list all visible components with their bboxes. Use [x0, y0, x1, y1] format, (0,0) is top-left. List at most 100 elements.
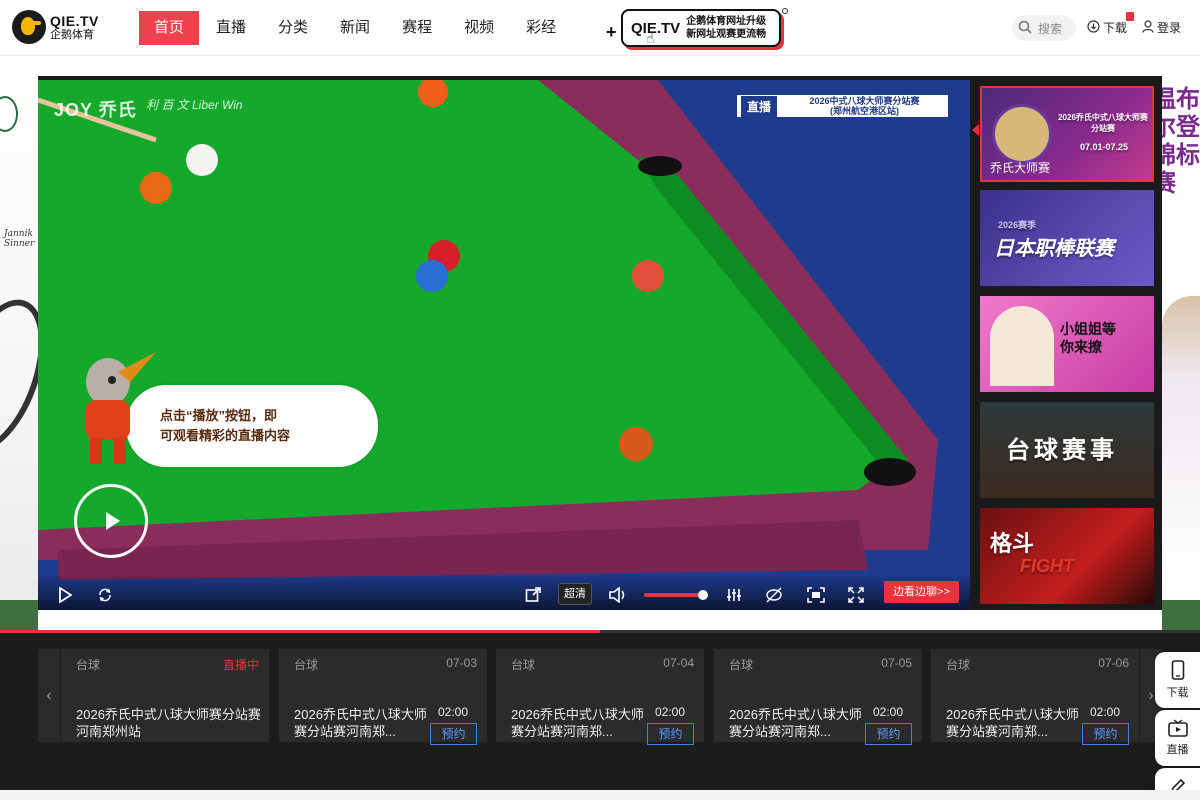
event-line1: 2026中式八球大师赛分站赛 — [809, 96, 920, 106]
tennis-player-image — [1162, 296, 1200, 576]
volume-icon[interactable] — [606, 584, 630, 606]
nav-item-home[interactable]: 首页 — [139, 11, 200, 45]
theater-mode-icon[interactable] — [804, 584, 828, 606]
live-shortcut-button[interactable]: 直播 — [1155, 710, 1200, 766]
phone-icon — [1171, 660, 1185, 684]
card-time: 02:00 — [654, 705, 685, 719]
active-thumb-pointer — [972, 124, 979, 136]
fullscreen-icon[interactable] — [844, 584, 868, 606]
search-input[interactable]: 搜索 — [1012, 15, 1076, 41]
reserve-button[interactable]: 预约 — [430, 723, 477, 745]
login-label: 登录 — [1157, 21, 1182, 35]
tool-live-label: 直播 — [1166, 744, 1189, 756]
watch-and-chat-button[interactable]: 边看边聊>> — [884, 581, 959, 603]
card-title: 2026乔氏中式八球大师赛分站赛河南郑... — [729, 707, 862, 739]
tv-icon — [1167, 719, 1188, 741]
promo-box: QIE.TV 企鹅体育网址升级 新网址观赛更流畅 — [621, 9, 781, 47]
top-header: QIE.TV 企鹅体育 首页 直播 分类 新闻 赛程 视频 彩经 + QIE.T… — [0, 0, 1200, 56]
schedule-strip: ‹ 台球 直播中 2026乔氏中式八球大师赛分站赛河南郑州站 台球 07-03 … — [0, 630, 1200, 790]
download-link[interactable]: 下载 — [1087, 19, 1127, 36]
login-link[interactable]: 登录 — [1142, 19, 1181, 36]
grass-strip — [1162, 600, 1200, 630]
popout-icon[interactable] — [522, 584, 544, 606]
volume-knob[interactable] — [698, 590, 708, 600]
thumb-fight[interactable]: 格斗 FIGHT — [980, 508, 1154, 604]
thumb-joy-dates: 07.01-07.25 — [1080, 142, 1129, 152]
strip-progress-fill — [0, 630, 600, 633]
domain-upgrade-banner[interactable]: + QIE.TV 企鹅体育网址升级 新网址观赛更流畅 ☝ — [606, 8, 788, 50]
download-icon — [1087, 19, 1100, 36]
promo-text: 企鹅体育网址升级 新网址观赛更流畅 — [686, 15, 766, 41]
thumb-host-headline: 小姐姐等你来撩 — [1060, 321, 1116, 355]
site-logo[interactable]: QIE.TV 企鹅体育 — [12, 10, 99, 44]
thumb-billiards-headline: 台球赛事 — [1006, 437, 1118, 464]
thumb-fight-headline: 格斗 — [990, 531, 1035, 556]
champion-collage-image — [992, 104, 1052, 164]
nav-item-live[interactable]: 直播 — [201, 11, 261, 45]
schedule-card[interactable]: 台球 直播中 2026乔氏中式八球大师赛分站赛河南郑州站 — [61, 649, 269, 742]
player-controls: 超清 边看边聊>> — [38, 576, 970, 610]
promo-line2: 新网址观赛更流畅 — [686, 29, 767, 40]
promo-line1: 企鹅体育网址升级 — [686, 16, 767, 27]
schedule-card[interactable]: 台球 07-06 2026乔氏中式八球大师赛分站赛河南郑... 02:00 预约 — [931, 649, 1139, 745]
nav-item-lottery[interactable]: 彩经 — [511, 11, 571, 45]
channel-thumbnail-list: 2026乔氏中式八球大师赛分站赛 07.01-07.25 乔氏大师赛 2026赛… — [980, 86, 1154, 606]
big-play-button[interactable] — [74, 484, 148, 558]
thumb-npb[interactable]: 2026赛季 日本职棒联赛 — [980, 190, 1154, 286]
quality-selector[interactable]: 超清 — [558, 583, 592, 605]
thumb-npb-headline: 日本职棒联赛 — [994, 238, 1114, 260]
penguin-logo-icon — [12, 10, 46, 44]
hint-line1: 点击“播放”按钮，即 — [160, 408, 278, 423]
thumb-joy-masters[interactable]: 2026乔氏中式八球大师赛分站赛 07.01-07.25 乔氏大师赛 — [980, 86, 1154, 182]
penguin-mascot-icon — [86, 352, 156, 464]
hand-cursor-icon: ☝ — [646, 30, 655, 46]
live-event-tag: 直播 2026中式八球大师赛分站赛 (郑州航空港区站) — [735, 93, 950, 119]
nav-item-schedule[interactable]: 赛程 — [387, 11, 447, 45]
reserve-button[interactable]: 预约 — [1082, 723, 1129, 745]
registered-mark-icon — [782, 8, 788, 14]
nav-item-videos[interactable]: 视频 — [449, 11, 509, 45]
play-hint-bubble: 点击“播放”按钮，即 可观看精彩的直播内容 — [126, 385, 378, 467]
nav-item-categories[interactable]: 分类 — [263, 11, 323, 45]
tennis-racket-icon — [0, 287, 38, 465]
floating-toolbar: 下载 直播 — [1155, 648, 1200, 800]
card-live-status: 直播中 — [222, 658, 259, 672]
card-time: 02:00 — [872, 705, 903, 719]
left-side-ad[interactable]: Jannik Sinner — [0, 56, 38, 630]
card-category: 台球 — [729, 658, 754, 672]
volume-slider[interactable] — [644, 593, 702, 597]
danmaku-off-icon[interactable] — [762, 584, 786, 606]
promo-logo: QIE.TV — [631, 19, 681, 37]
search-placeholder: 搜索 — [1038, 21, 1063, 36]
thumb-title: 乔氏大师赛 — [990, 161, 1051, 175]
reserve-button[interactable]: 预约 — [647, 723, 694, 745]
refresh-icon[interactable] — [94, 584, 116, 606]
reserve-button[interactable]: 预约 — [865, 723, 912, 745]
thumb-billiards[interactable]: 台球赛事 — [980, 402, 1154, 498]
app-download-button[interactable]: 下载 — [1155, 652, 1200, 708]
equalizer-icon[interactable] — [722, 584, 746, 606]
event-line2: (郑州航空港区站) — [830, 106, 899, 116]
schedule-card[interactable]: 台球 07-03 2026乔氏中式八球大师赛分站赛河南郑... 02:00 预约 — [279, 649, 487, 745]
schedule-card[interactable]: 台球 07-05 2026乔氏中式八球大师赛分站赛河南郑... 02:00 预约 — [714, 649, 922, 745]
live-badge: 直播 — [741, 95, 778, 117]
host-photo-image — [990, 306, 1054, 386]
nav-item-news[interactable]: 新闻 — [325, 11, 385, 45]
right-side-ad[interactable]: 温布尔登锦标赛 — [1162, 56, 1200, 630]
download-label: 下载 — [1103, 21, 1128, 35]
card-date: 07-06 — [1098, 656, 1129, 670]
card-category: 台球 — [511, 658, 536, 672]
chevron-left-icon: ‹ — [46, 686, 52, 704]
logo-text: QIE.TV 企鹅体育 — [50, 14, 99, 41]
schedule-prev-button[interactable]: ‹ — [38, 649, 60, 742]
tool-download-label: 下载 — [1166, 687, 1189, 699]
thumb-host-girl[interactable]: 小姐姐等你来撩 — [980, 296, 1154, 392]
plus-icon: + — [606, 22, 617, 42]
logo-en: QIE.TV — [50, 12, 99, 29]
schedule-card[interactable]: 台球 07-04 2026乔氏中式八球大师赛分站赛河南郑... 02:00 预约 — [496, 649, 704, 745]
hint-line2: 可观看精彩的直播内容 — [160, 428, 291, 443]
user-icon — [1142, 19, 1154, 36]
play-icon[interactable] — [54, 584, 76, 606]
video-player[interactable]: JOY 乔氏 利 百 文 Liber Win 直播 2026中式八球大师赛分站赛… — [38, 80, 970, 610]
card-date: 07-03 — [446, 656, 477, 670]
